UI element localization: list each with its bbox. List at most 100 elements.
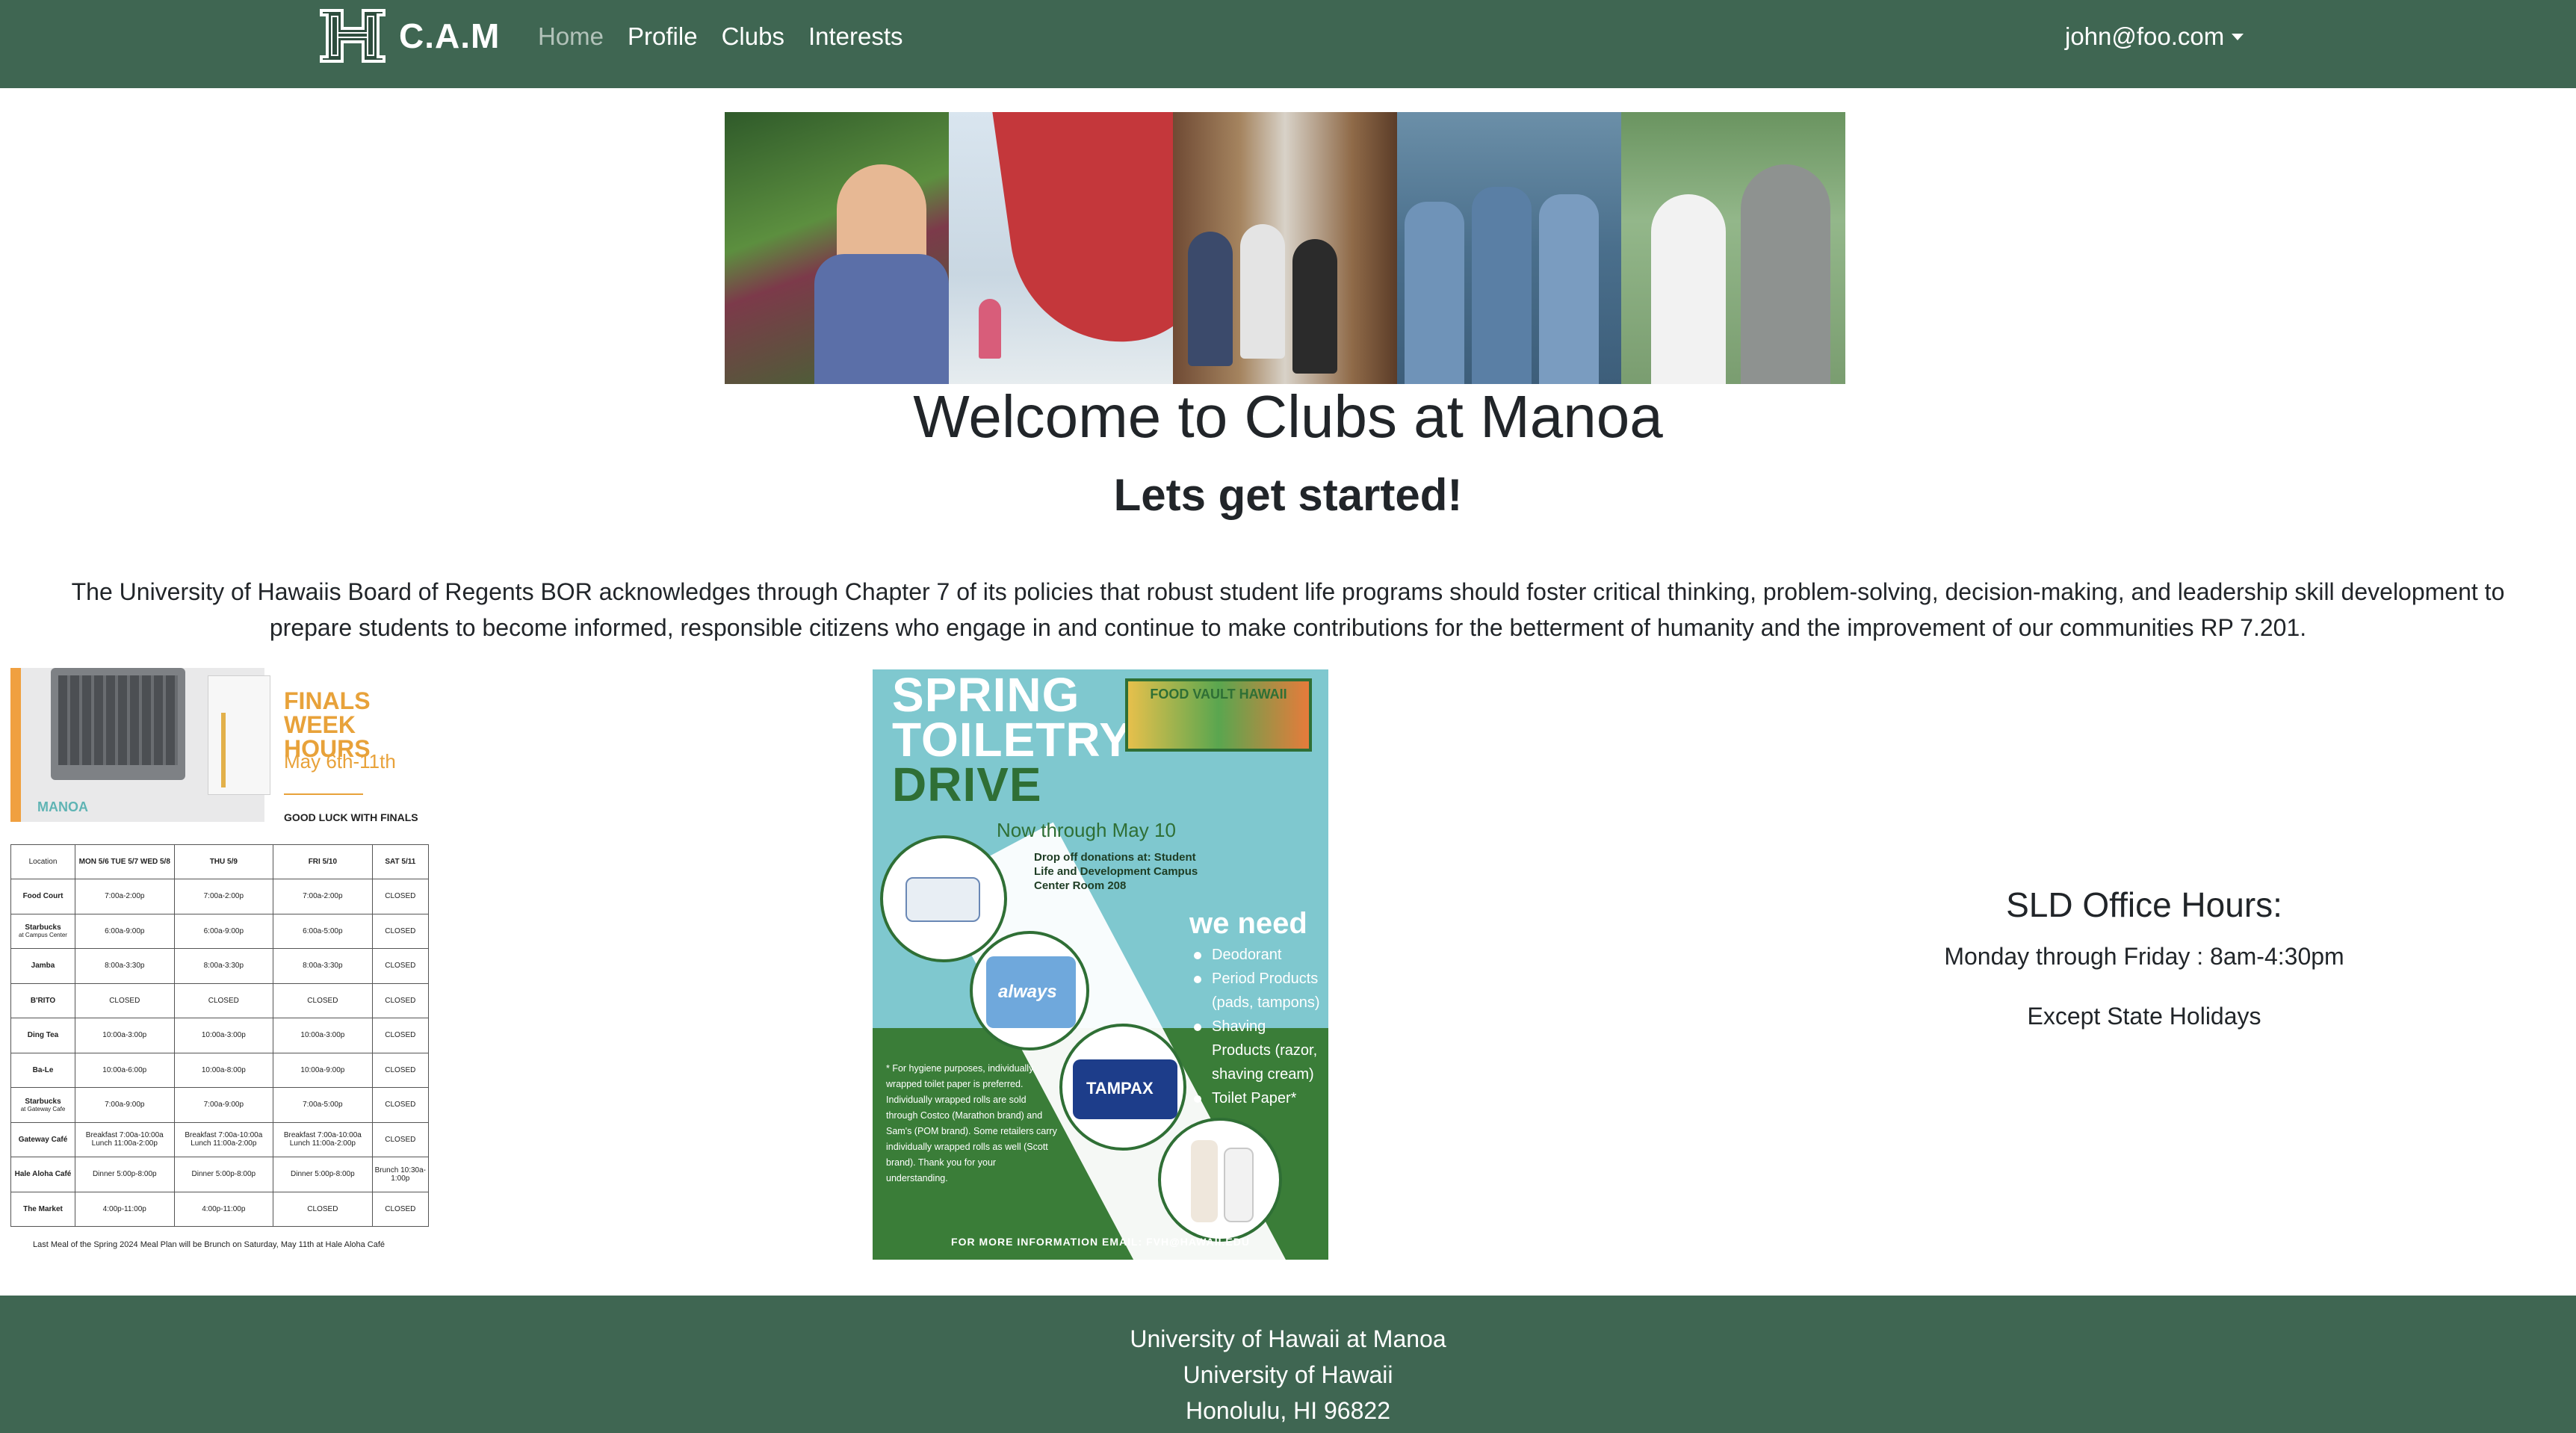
hours-cell: 6:00a-9:00p	[75, 913, 175, 949]
nav-links: Home Profile Clubs Interests	[538, 22, 903, 51]
location-cell: Starbucks at Campus Center	[10, 913, 75, 949]
table-header-cell: Location	[10, 844, 75, 879]
dropoff-location: Drop off donations at: Student Life and …	[1034, 851, 1198, 892]
table-row: Food Court 7:00a-2:00p 7:00a-2:00p 7:00a-2:…	[10, 879, 430, 914]
table-row: Jamba 8:00a-3:30p 8:00a-3:30p 8:00a-3:30p CL…	[10, 948, 430, 984]
table-row: Hale Aloha Café Dinner 5:00p-8:00p Dinner …	[10, 1157, 430, 1192]
hours-cell: CLOSED	[273, 1191, 373, 1227]
good-luck-text: GOOD LUCK WITH FINALS	[284, 811, 418, 823]
student-greenhouse-photo	[725, 112, 949, 384]
table-header-cell: THU 5/9	[173, 844, 274, 879]
hero-collage-image	[725, 112, 1845, 384]
footer-line: Honolulu, HI 96822	[1186, 1397, 1390, 1424]
location-cell: Starbucks at Gateway Cafe	[10, 1087, 75, 1123]
footer-line: University of Hawaii at Manoa	[1130, 1325, 1446, 1352]
hours-cell: 4:00p-11:00p	[75, 1191, 175, 1227]
hours-cell: Dinner 5:00p-8:00p	[173, 1157, 274, 1192]
hours-cell: CLOSED	[371, 1121, 430, 1157]
finals-flyer-header: MANOA FINALS WEEK HOURS May 6th-11th GOO…	[10, 668, 432, 823]
user-email: john@foo.com	[2065, 22, 2225, 50]
list-item: Shaving Products (razor, shaving cream)	[1189, 1015, 1328, 1086]
location-cell: The Market	[10, 1191, 75, 1227]
brand-title: C.A.M	[399, 16, 501, 55]
page-title: Welcome to Clubs at Manoa	[913, 383, 1663, 450]
hours-cell: CLOSED	[371, 1191, 430, 1227]
hours-cell: 10:00a-3:00p	[173, 1018, 274, 1053]
hours-cell: Dinner 5:00p-8:00p	[273, 1157, 373, 1192]
hours-cell: CLOSED	[371, 1087, 430, 1123]
hours-cell: 10:00a-6:00p	[75, 1052, 175, 1088]
divider	[284, 793, 363, 795]
brand-link[interactable]: C.A.M	[317, 7, 500, 64]
hours-cell: Breakfast 7:00a-10:00a Lunch 11:00a-2:00…	[75, 1121, 175, 1157]
hours-cell: Dinner 5:00p-8:00p	[75, 1157, 175, 1192]
finals-hours-table: Location MON 5/6 TUE 5/7 WED 5/8 THU 5/9…	[10, 844, 430, 1227]
finals-dates: May 6th-11th	[284, 750, 396, 773]
location-cell: Hale Aloha Café	[10, 1157, 75, 1192]
hygiene-note: * For hygiene purposes, individually wra…	[886, 1063, 1057, 1183]
table-header-cell: FRI 5/10	[273, 844, 373, 879]
hours-cell: 6:00a-9:00p	[173, 913, 274, 949]
table-row: Gateway Café Breakfast 7:00a-10:00a Lunch…	[10, 1121, 430, 1157]
ship-hull-photo	[949, 112, 1173, 384]
hours-cell: 10:00a-3:00p	[75, 1018, 175, 1053]
pads-image: always	[970, 931, 1089, 1050]
finals-footnote: Last Meal of the Spring 2024 Meal Plan w…	[33, 1240, 386, 1249]
top-navbar: C.A.M Home Profile Clubs Interests john@…	[0, 0, 2576, 88]
nav-clubs[interactable]: Clubs	[722, 22, 784, 51]
location-cell: B'RITO	[10, 982, 75, 1018]
office-hours-note: Except State Holidays	[2027, 1003, 2261, 1030]
tampons-image: TAMPAX	[1059, 1024, 1186, 1151]
footer-line: University of Hawaii	[1183, 1361, 1393, 1388]
hours-cell: 6:00a-5:00p	[273, 913, 373, 949]
hours-cell: CLOSED	[371, 982, 430, 1018]
table-row: B'RITO CLOSED CLOSED CLOSED CLOSED	[10, 982, 430, 1018]
hours-cell: 10:00a-9:00p	[273, 1052, 373, 1088]
table-row: Starbucks at Campus Center 6:00a-9:00p 6:00…	[10, 913, 430, 949]
user-dropdown[interactable]: john@foo.com	[2065, 22, 2244, 51]
manoa-logo: MANOA	[37, 799, 88, 814]
page-footer: University of Hawaii at Manoa University…	[0, 1296, 2576, 1433]
finals-hours-body: Food Court 7:00a-2:00p 7:00a-2:00p 7:00a-2:…	[10, 879, 430, 1227]
hours-cell: 8:00a-3:30p	[273, 948, 373, 984]
office-hours-title: SLD Office Hours:	[2006, 885, 2282, 924]
hours-cell: 8:00a-3:30p	[75, 948, 175, 984]
hours-cell: 7:00a-5:00p	[273, 1087, 373, 1123]
table-row: Ba-Le 10:00a-6:00p 10:00a-8:00p 10:00a-9:00…	[10, 1052, 430, 1088]
list-item: Deodorant	[1189, 943, 1328, 967]
hours-cell: 8:00a-3:30p	[173, 948, 274, 984]
caret-down-icon	[2232, 33, 2244, 40]
hours-cell: 7:00a-9:00p	[173, 1087, 274, 1123]
hours-cell: CLOSED	[273, 982, 373, 1018]
location-cell: Ding Tea	[10, 1018, 75, 1053]
drive-contact: FOR MORE INFORMATION EMAIL: FVH@HAWAII.E…	[951, 1236, 1250, 1248]
hawaii-h-logo-icon	[320, 9, 386, 63]
finals-week-hours-flyer: MANOA FINALS WEEK HOURS May 6th-11th GOO…	[10, 668, 432, 1260]
toiletry-drive-flyer: SPRING TOILETRY DRIVE FOOD VAULT HAWAII …	[873, 669, 1328, 1260]
table-header-cell: SAT 5/11	[371, 844, 430, 879]
two-students-photo	[1621, 112, 1845, 384]
nav-profile[interactable]: Profile	[628, 22, 698, 51]
location-cell: Ba-Le	[10, 1052, 75, 1088]
nav-home[interactable]: Home	[538, 22, 604, 51]
toilet-paper-image	[880, 835, 1007, 962]
hours-cell: 10:00a-3:00p	[273, 1018, 373, 1053]
food-vault-logo: FOOD VAULT HAWAII	[1125, 678, 1312, 752]
hours-cell: CLOSED	[75, 982, 175, 1018]
hours-cell: Brunch 10:30a-1:00p	[371, 1157, 430, 1192]
drive-title: SPRING TOILETRY DRIVE	[892, 669, 1132, 811]
table-header-row: Location MON 5/6 TUE 5/7 WED 5/8 THU 5/9…	[10, 844, 430, 879]
list-item: Period Products (pads, tampons)	[1189, 967, 1328, 1015]
hours-cell: CLOSED	[371, 948, 430, 984]
hours-cell: 7:00a-9:00p	[75, 1087, 175, 1123]
hours-cell: 7:00a-2:00p	[273, 879, 373, 914]
hours-cell: Breakfast 7:00a-10:00a Lunch 11:00a-2:00…	[273, 1121, 373, 1157]
hours-cell: 10:00a-8:00p	[173, 1052, 274, 1088]
hours-cell: CLOSED	[371, 913, 430, 949]
nav-interests[interactable]: Interests	[808, 22, 903, 51]
students-walking-photo	[1173, 112, 1397, 384]
needs-list: Deodorant Period Products (pads, tampons…	[1189, 943, 1328, 1110]
table-header-cell: MON 5/6 TUE 5/7 WED 5/8	[75, 844, 175, 879]
hours-cell: Breakfast 7:00a-10:00a Lunch 11:00a-2:00…	[173, 1121, 274, 1157]
hours-cell: CLOSED	[371, 1052, 430, 1088]
